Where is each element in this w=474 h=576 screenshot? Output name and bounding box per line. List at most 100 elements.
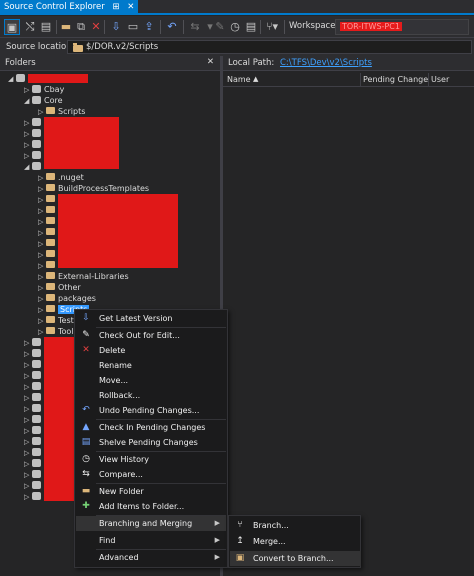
folder-icon	[46, 316, 55, 323]
tree-item[interactable]: ▷ .nuget	[38, 172, 84, 183]
menu-item-branching-merging[interactable]: Branching and Merging ▶	[76, 516, 226, 531]
collapse-arrow-icon[interactable]: ◢	[8, 74, 16, 85]
tree-item[interactable]: ▷	[24, 392, 44, 403]
history-icon[interactable]: ◷	[227, 19, 243, 35]
tree-item[interactable]: ▷	[38, 238, 58, 249]
folder-icon	[73, 43, 83, 52]
tree-item[interactable]: ▷ External-Libraries	[38, 271, 129, 282]
local-path-link[interactable]: C:\TFS\Dev\v2\Scripts	[280, 58, 372, 68]
menu-item-find[interactable]: Find ▶	[76, 533, 226, 548]
tree-item[interactable]: ▷ Scripts	[38, 106, 85, 117]
collapse-arrow-icon[interactable]: ◢	[24, 162, 32, 173]
delete-icon[interactable]: ✕	[88, 19, 104, 35]
tree-item[interactable]: ▷	[24, 491, 44, 502]
tree-item-label: .nuget	[58, 173, 84, 182]
column-header-user[interactable]: User	[431, 75, 449, 84]
tree-item[interactable]: ▷	[38, 205, 58, 216]
shelve-icon[interactable]: ▤	[243, 19, 259, 35]
tree-item[interactable]: ▷	[24, 436, 44, 447]
tree-item[interactable]: ▷	[24, 447, 44, 458]
annotate-icon[interactable]: ✎	[212, 19, 228, 35]
tree-item[interactable]: ▷ BuildProcessTemplates	[38, 183, 149, 194]
folder-icon	[46, 184, 55, 191]
tree-item[interactable]: ▷	[24, 117, 44, 128]
menu-item-shelve[interactable]: ▤ Shelve Pending Changes	[76, 435, 226, 450]
tree-item[interactable]: ▷ Other	[38, 282, 81, 293]
tree-item[interactable]: ▷	[38, 194, 58, 205]
tree-item[interactable]: ▷	[38, 249, 58, 260]
close-icon[interactable]: ✕	[127, 2, 134, 12]
tree-item[interactable]: ◢ Core	[24, 95, 63, 106]
tree-item[interactable]: ◢	[24, 161, 44, 172]
menu-item-delete[interactable]: ✕ Delete	[76, 343, 226, 358]
menu-item-rename[interactable]: Rename	[76, 358, 226, 373]
menu-item-view-history[interactable]: ◷ View History	[76, 452, 226, 467]
tree-item[interactable]: ▷	[24, 150, 44, 161]
tree-item[interactable]: ▷	[24, 480, 44, 491]
folder-icon	[46, 261, 55, 268]
tab-bar: Source Control Explorer ⊞ ✕	[0, 0, 474, 15]
tree-item[interactable]: ▷	[24, 381, 44, 392]
tree-item[interactable]: ▷	[24, 337, 44, 348]
check-in-icon: ▲	[82, 422, 90, 432]
pin-icon[interactable]: ⊞	[112, 2, 119, 12]
check-out-icon: ✎	[82, 330, 90, 340]
source-location-field[interactable]: $/DOR.v2/Scripts	[67, 40, 472, 54]
column-header-name[interactable]: Name	[227, 75, 251, 84]
tree-item[interactable]: ▷	[24, 128, 44, 139]
new-folder-icon[interactable]: ▬	[58, 19, 74, 35]
tree-item[interactable]: ▷ packages	[38, 293, 96, 304]
tree-item[interactable]: ▷	[24, 359, 44, 370]
undo-icon[interactable]: ↶	[164, 19, 180, 35]
properties-icon[interactable]: ▤	[38, 19, 54, 35]
add-items-icon[interactable]: ⧉	[73, 19, 89, 35]
tree-root[interactable]: ◢	[8, 73, 88, 84]
folder-icon	[46, 206, 55, 213]
tree-item[interactable]: ▷	[24, 458, 44, 469]
get-latest-icon[interactable]: ⇩	[108, 19, 124, 35]
tree-item[interactable]: ▷	[24, 414, 44, 425]
team-project-icon	[32, 84, 41, 93]
tree-item[interactable]: ▷	[24, 370, 44, 381]
menu-item-rollback[interactable]: Rollback...	[76, 388, 226, 403]
tree-item[interactable]: ▷ Tool	[38, 326, 74, 337]
expand-arrow-icon[interactable]: ▷	[24, 492, 32, 503]
branch-icon[interactable]: ⑂▾	[264, 19, 280, 35]
tab-source-control-explorer[interactable]: Source Control Explorer ⊞ ✕	[0, 0, 139, 15]
menu-item-check-in[interactable]: ▲ Check In Pending Changes	[76, 420, 226, 435]
tree-item[interactable]: ▷ Cbay	[24, 84, 64, 95]
tree-item[interactable]: ▷ Test	[38, 315, 74, 326]
column-header-row: Name ▲ Pending Change User	[223, 73, 474, 87]
tree-item[interactable]: ▷	[38, 216, 58, 227]
refresh-workspace-icon[interactable]: ⤭	[22, 19, 38, 35]
column-header-pending-change[interactable]: Pending Change	[363, 75, 428, 84]
menu-item-label: Find	[99, 536, 116, 545]
menu-item-new-folder[interactable]: ▬ New Folder	[76, 484, 226, 499]
menu-item-undo-pending[interactable]: ↶ Undo Pending Changes...	[76, 403, 226, 418]
menu-item-check-out[interactable]: ✎ Check Out for Edit...	[76, 328, 226, 343]
menu-item-convert-to-branch[interactable]: ▣ Convert to Branch...	[230, 551, 361, 566]
column-separator	[428, 73, 429, 87]
workspace-dropdown[interactable]: TOR-ITWS-PC1	[335, 19, 469, 35]
tree-item[interactable]: ▷	[24, 469, 44, 480]
tree-item[interactable]: ▷	[24, 348, 44, 359]
compare-icon[interactable]: ⇆	[187, 19, 203, 35]
menu-item-label: Branch...	[253, 521, 289, 530]
tree-item[interactable]: ▷	[38, 260, 58, 271]
menu-item-merge[interactable]: ↥ Merge...	[230, 534, 361, 549]
menu-item-advanced[interactable]: Advanced ▶	[76, 550, 226, 565]
tree-item[interactable]: ▷	[24, 403, 44, 414]
tree-item[interactable]: ▷	[24, 425, 44, 436]
collapse-arrow-icon[interactable]: ◢	[24, 96, 32, 107]
close-icon[interactable]: ✕	[207, 57, 214, 67]
tree-item[interactable]: ▷	[38, 227, 58, 238]
menu-item-move[interactable]: Move...	[76, 373, 226, 388]
menu-item-compare[interactable]: ⇆ Compare...	[76, 467, 226, 482]
tree-item[interactable]: ▷	[24, 139, 44, 150]
connect-icon[interactable]: ▣	[4, 19, 20, 35]
menu-item-branch[interactable]: ⑂ Branch...	[230, 518, 361, 533]
menu-item-get-latest[interactable]: ⇩ Get Latest Version	[76, 311, 226, 326]
check-in-icon[interactable]: ⇪	[141, 19, 157, 35]
check-out-icon[interactable]: ▭	[125, 19, 141, 35]
menu-item-add-items[interactable]: ✚ Add Items to Folder...	[76, 499, 226, 514]
